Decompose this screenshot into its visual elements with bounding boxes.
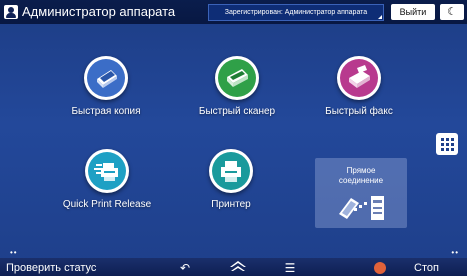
phone-to-printer-icon [339, 196, 384, 220]
stop-button[interactable]: Стоп [414, 258, 439, 276]
app-label: Быстрый факс [325, 106, 393, 117]
home-screen: Администратор аппарата Зарегистрирован: … [0, 0, 467, 276]
scanner-icon [215, 56, 259, 100]
direct-connection-widget[interactable]: Прямое соединение [315, 158, 407, 228]
sleep-button[interactable]: ☾ [440, 4, 464, 20]
page-indicator-left: •• [10, 248, 18, 257]
app-label: Быстрый сканер [198, 106, 276, 117]
corner-indicator-icon [378, 15, 382, 19]
bottom-bar: Проверить статус ↶ ☰ Стоп [0, 258, 467, 276]
app-quick-print-release[interactable]: Quick Print Release [57, 149, 157, 210]
menu-icon: ☰ [284, 261, 296, 275]
home-icon [230, 261, 246, 271]
app-label: Быстрая копия [71, 106, 141, 117]
back-button[interactable]: ↶ [165, 258, 205, 276]
login-status-text: Зарегистрирован: Администратор аппарата [224, 9, 368, 16]
admin-label: Администратор аппарата [22, 4, 176, 19]
app-quick-fax[interactable]: Быстрый факс [309, 56, 409, 117]
quick-print-release-icon [85, 149, 129, 193]
app-label: Принтер [211, 199, 251, 210]
app-quick-copy[interactable]: Быстрая копия [56, 56, 156, 117]
home-button[interactable] [215, 258, 261, 276]
login-status-field[interactable]: Зарегистрирован: Администратор аппарата [208, 4, 384, 21]
app-label: Quick Print Release [62, 199, 152, 210]
back-arrow-icon: ↶ [179, 261, 191, 275]
moon-icon: ☾ [447, 6, 457, 18]
app-printer[interactable]: Принтер [181, 149, 281, 210]
logout-button[interactable]: Выйти [391, 4, 435, 20]
app-quick-scanner[interactable]: Быстрый сканер [187, 56, 287, 117]
copy-icon [84, 56, 128, 100]
status-bar: Администратор аппарата Зарегистрирован: … [0, 0, 467, 24]
printer-icon [209, 149, 253, 193]
page-indicator-right: •• [451, 248, 459, 257]
user-icon [4, 5, 18, 19]
fax-icon [337, 56, 381, 100]
direct-connection-label: Прямое соединение [338, 166, 384, 185]
apps-list-button[interactable] [436, 133, 458, 155]
menu-button[interactable]: ☰ [270, 258, 310, 276]
stop-icon[interactable] [374, 262, 386, 274]
check-status-button[interactable]: Проверить статус [0, 258, 126, 276]
